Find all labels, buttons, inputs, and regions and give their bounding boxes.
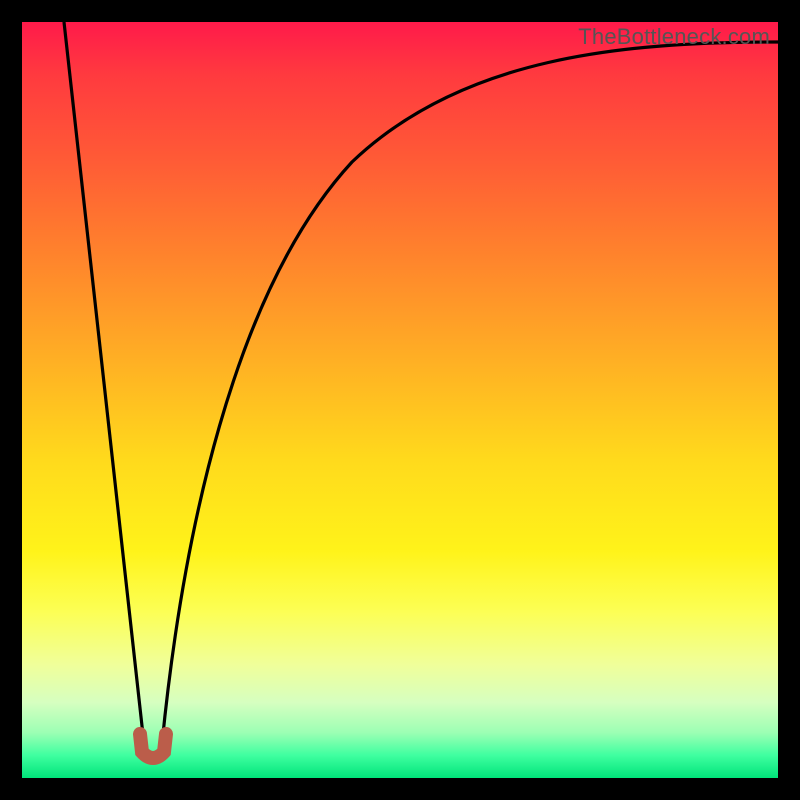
chart-plot-area: TheBottleneck.com — [22, 22, 778, 778]
optimal-marker-icon — [22, 22, 778, 778]
watermark-text: TheBottleneck.com — [578, 24, 770, 50]
